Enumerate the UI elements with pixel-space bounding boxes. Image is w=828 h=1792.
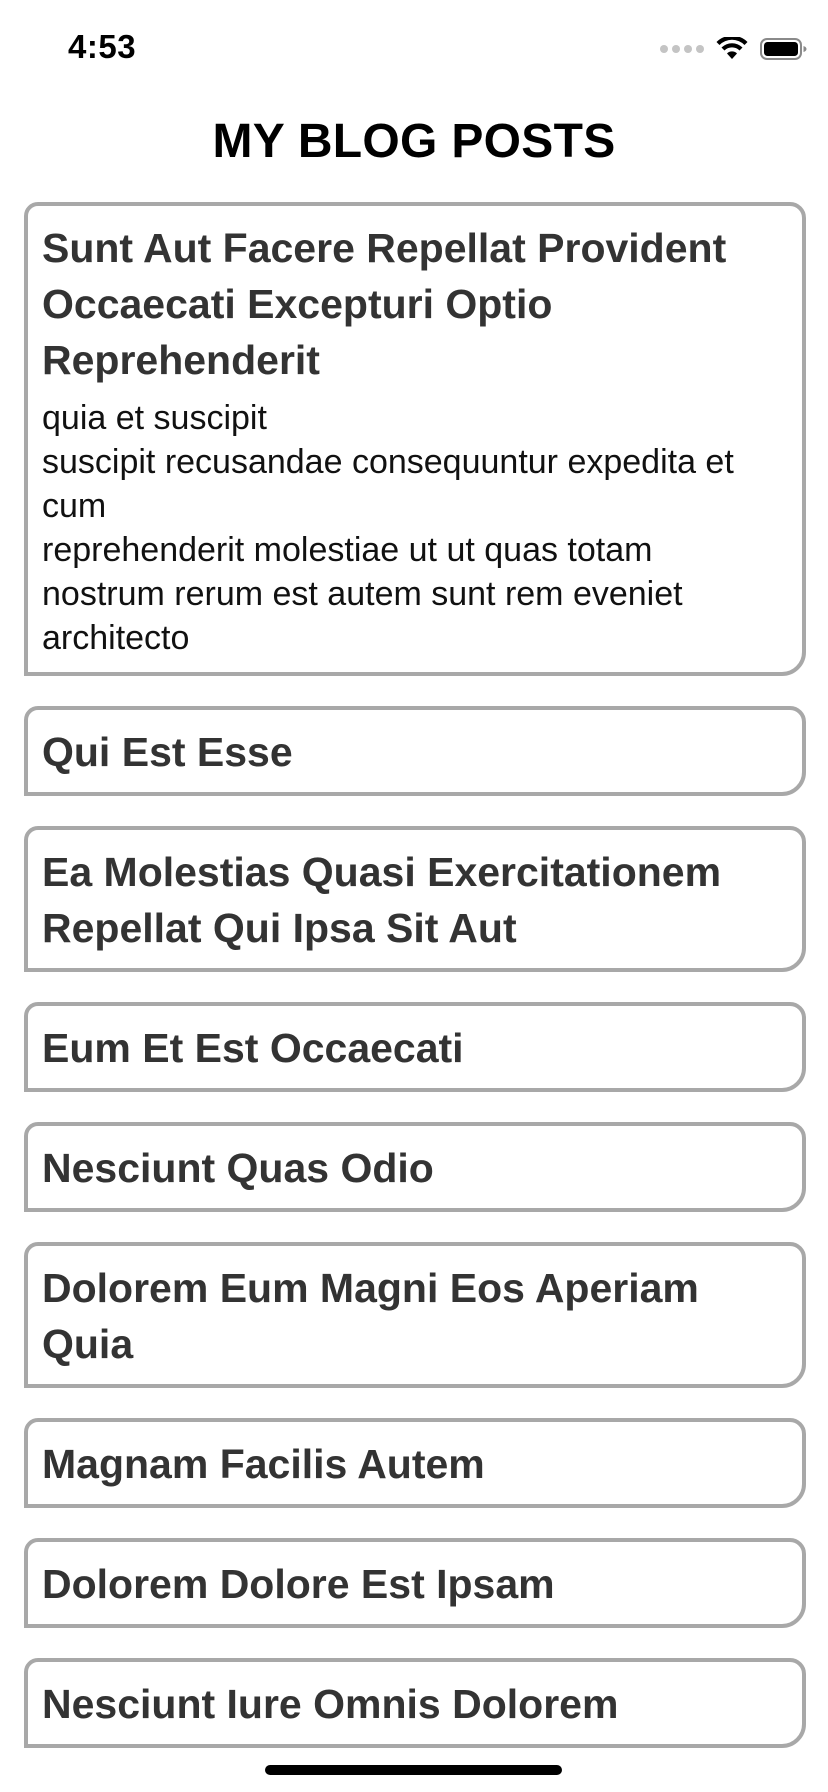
post-body: quia et suscipit suscipit recusandae con…: [42, 399, 734, 657]
status-bar: 4:53: [0, 0, 828, 96]
post-title: Sunt Aut Facere Repellat Provident Occae…: [42, 225, 727, 383]
post-title: Nesciunt Iure Omnis Dolorem: [42, 1681, 619, 1727]
post-title: Eum Et Est Occaecati: [42, 1025, 464, 1071]
post-card[interactable]: Sunt Aut Facere Repellat Provident Occae…: [24, 202, 806, 676]
post-title: Magnam Facilis Autem: [42, 1441, 485, 1487]
post-title: Dolorem Dolore Est Ipsam: [42, 1561, 555, 1607]
home-indicator[interactable]: [265, 1765, 562, 1775]
post-card[interactable]: Eum Et Est Occaecati: [24, 1002, 806, 1092]
wifi-icon: [716, 37, 748, 59]
post-card[interactable]: Magnam Facilis Autem: [24, 1418, 806, 1508]
post-card[interactable]: Ea Molestias Quasi Exercitationem Repell…: [24, 826, 806, 972]
post-title: Nesciunt Quas Odio: [42, 1145, 434, 1191]
battery-icon: [760, 38, 807, 60]
page-title: MY BLOG POSTS: [212, 115, 616, 168]
post-card[interactable]: Nesciunt Quas Odio: [24, 1122, 806, 1212]
post-title: Qui Est Esse: [42, 729, 293, 775]
post-title: Ea Molestias Quasi Exercitationem Repell…: [42, 849, 722, 951]
post-list: Sunt Aut Facere Repellat Provident Occae…: [24, 202, 806, 1778]
post-card[interactable]: Dolorem Dolore Est Ipsam: [24, 1538, 806, 1628]
status-icons: [660, 34, 808, 64]
status-time: 4:53: [68, 28, 137, 65]
signal-icon: [660, 45, 704, 53]
post-title: Dolorem Eum Magni Eos Aperiam Quia: [42, 1265, 699, 1367]
post-card[interactable]: Qui Est Esse: [24, 706, 806, 796]
post-card[interactable]: Nesciunt Iure Omnis Dolorem: [24, 1658, 806, 1748]
post-card[interactable]: Dolorem Eum Magni Eos Aperiam Quia: [24, 1242, 806, 1388]
